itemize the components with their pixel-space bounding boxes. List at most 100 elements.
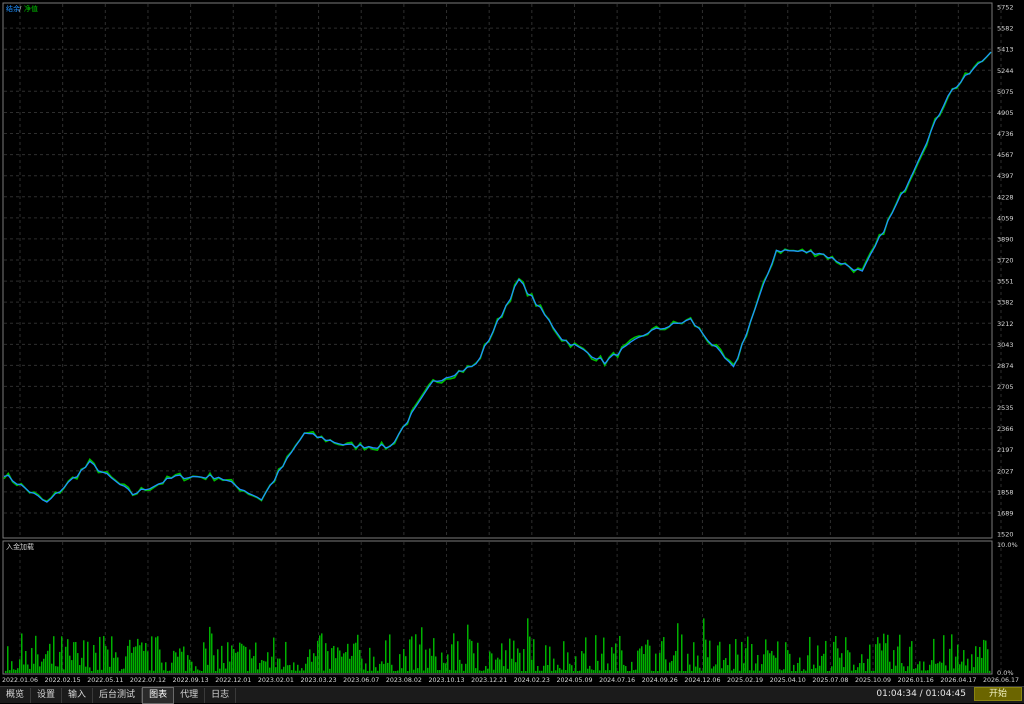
deposit-bar — [101, 669, 103, 673]
y-tick-label: 5752 — [997, 4, 1014, 12]
deposit-bar — [353, 643, 355, 673]
deposit-bar — [649, 645, 651, 673]
deposit-bar — [879, 643, 881, 673]
deposit-bar — [295, 670, 297, 673]
deposit-bar — [99, 636, 101, 673]
deposit-bar — [849, 652, 851, 673]
deposit-bar — [743, 663, 745, 673]
deposit-bar — [711, 668, 713, 673]
deposit-bar — [33, 663, 35, 673]
deposit-bar — [869, 644, 871, 673]
tab-backtest[interactable]: 后台测试 — [93, 687, 143, 703]
deposit-bar — [957, 644, 959, 673]
deposit-bar — [75, 641, 77, 673]
deposit-bar — [397, 670, 399, 673]
deposit-bar — [905, 670, 907, 673]
y-tick-label: 5413 — [997, 46, 1014, 54]
deposit-tick-label: 0.0% — [997, 669, 1014, 677]
deposit-bar — [773, 655, 775, 673]
start-button[interactable]: 开始 — [974, 687, 1022, 701]
deposit-bar — [607, 663, 609, 673]
tab-settings[interactable]: 设置 — [31, 687, 63, 703]
deposit-bar — [479, 670, 481, 673]
deposit-bar — [445, 663, 447, 673]
y-tick-label: 4228 — [997, 193, 1014, 201]
deposit-bar — [837, 648, 839, 673]
deposit-bar — [867, 658, 869, 673]
y-tick-label: 3551 — [997, 278, 1014, 286]
deposit-bar — [635, 669, 637, 673]
tab-overview[interactable]: 概览 — [0, 687, 32, 703]
deposit-bar — [939, 661, 941, 673]
deposit-bar — [47, 650, 49, 673]
deposit-bar — [191, 661, 193, 673]
deposit-bar — [129, 639, 131, 673]
deposit-bar — [815, 668, 817, 673]
deposit-bar — [603, 637, 605, 673]
deposit-bar — [113, 657, 115, 673]
x-tick-label: 2025.02.19 — [727, 677, 763, 684]
deposit-bar — [125, 656, 127, 673]
deposit-bar — [337, 647, 339, 673]
deposit-bar — [9, 670, 11, 673]
deposit-bar — [883, 633, 885, 673]
deposit-bar — [599, 670, 601, 673]
deposit-bar — [305, 663, 307, 673]
deposit-bar — [547, 665, 549, 673]
deposit-bar — [691, 670, 693, 673]
deposit-bar — [251, 658, 253, 673]
tab-agents[interactable]: 代理 — [174, 687, 206, 703]
deposit-bar — [713, 666, 715, 673]
deposit-bar — [421, 627, 423, 673]
deposit-bar — [769, 653, 771, 673]
deposit-bar — [791, 671, 793, 673]
deposit-bar — [91, 670, 93, 673]
y-tick-label: 4397 — [997, 172, 1014, 180]
deposit-bar — [495, 659, 497, 673]
deposit-bar — [817, 645, 819, 673]
deposit-bar — [387, 662, 389, 673]
deposit-bar — [145, 643, 147, 673]
deposit-bar — [227, 642, 229, 673]
deposit-bar — [975, 646, 977, 673]
tab-inputs[interactable]: 输入 — [62, 687, 94, 703]
deposit-bar — [231, 645, 233, 673]
deposit-bar — [319, 635, 321, 673]
deposit-bar — [175, 652, 177, 673]
y-tick-label: 2197 — [997, 446, 1014, 454]
deposit-bar — [679, 670, 681, 673]
deposit-bar — [171, 662, 173, 673]
deposit-bar — [379, 663, 381, 673]
deposit-bar — [323, 670, 325, 673]
deposit-bar — [739, 670, 741, 673]
tab-journal[interactable]: 日志 — [205, 687, 237, 703]
deposit-bar — [763, 654, 765, 673]
deposit-bar — [435, 656, 437, 673]
deposit-bar — [799, 657, 801, 673]
deposit-bar — [141, 642, 143, 673]
deposit-bar — [7, 646, 9, 673]
deposit-bar — [893, 650, 895, 673]
deposit-bar — [663, 637, 665, 673]
deposit-bar — [367, 670, 369, 673]
deposit-bar — [515, 662, 517, 673]
deposit-bar — [653, 670, 655, 673]
deposit-bar — [65, 646, 67, 673]
deposit-bar — [695, 666, 697, 673]
deposit-bar — [115, 652, 117, 673]
deposit-bar — [325, 643, 327, 673]
deposit-bar — [605, 670, 607, 673]
tab-chart[interactable]: 图表 — [142, 686, 175, 704]
deposit-bar — [907, 666, 909, 673]
deposit-bar — [557, 664, 559, 673]
deposit-bar — [193, 670, 195, 673]
backtest-chart[interactable]: 结余 / 净值 入金加载 575255825413524450754905473… — [0, 0, 1024, 686]
deposit-bar — [153, 670, 155, 673]
deposit-bar — [127, 645, 129, 673]
x-tick-label: 2025.04.10 — [770, 677, 806, 684]
deposit-bar — [685, 670, 687, 673]
deposit-bar — [297, 664, 299, 673]
deposit-bar — [343, 653, 345, 673]
deposit-bar — [805, 670, 807, 673]
y-tick-label: 3043 — [997, 341, 1014, 349]
